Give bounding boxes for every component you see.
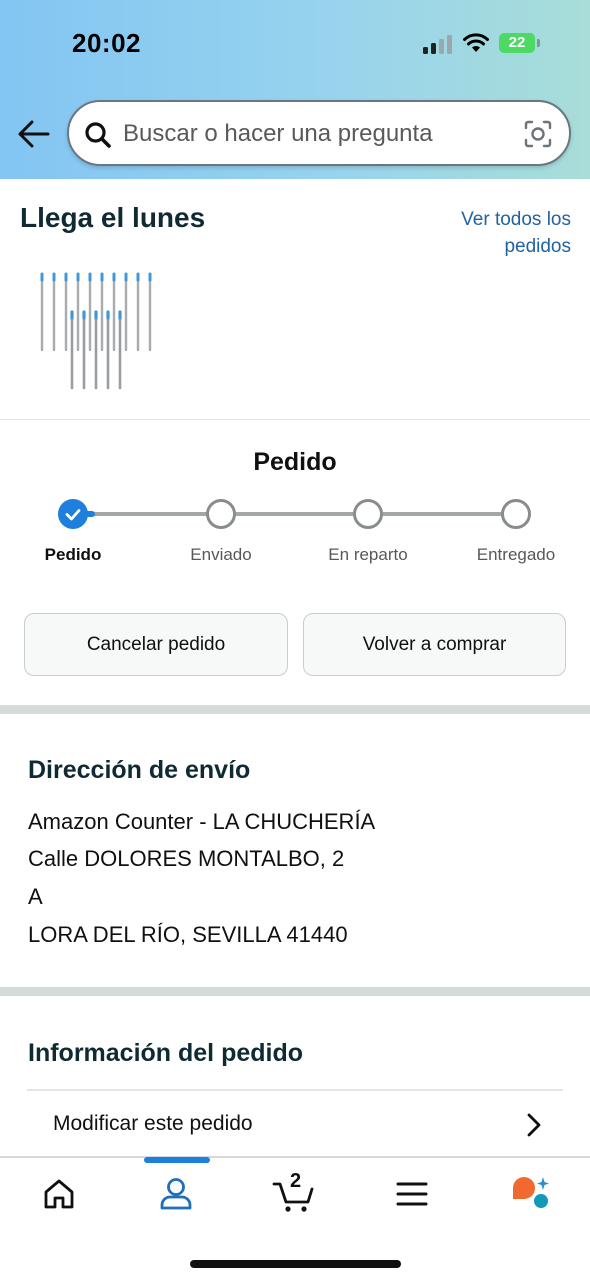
track-segment: [88, 512, 222, 516]
search-bar[interactable]: Buscar o hacer una pregunta: [67, 100, 571, 166]
view-all-orders-link[interactable]: Ver todos los pedidos: [431, 206, 571, 260]
section-divider: [0, 705, 590, 714]
search-input[interactable]: Buscar o hacer una pregunta: [123, 120, 433, 148]
section-divider: [0, 987, 590, 996]
active-tab-indicator: [144, 1157, 210, 1163]
checkmark-icon: [65, 509, 81, 521]
step-circle-enviado: [206, 499, 236, 529]
assistant-icon[interactable]: [508, 1172, 552, 1216]
order-info-title: Información del pedido: [28, 1039, 304, 1067]
section-divider: [0, 419, 590, 420]
track-segment: [383, 512, 517, 516]
address-line: LORA DEL RÍO, SEVILLA 41440: [28, 922, 348, 947]
cancel-order-button[interactable]: Cancelar pedido: [24, 613, 288, 676]
shipping-address-title: Dirección de envío: [28, 756, 251, 784]
battery-level: 22: [508, 34, 526, 51]
address-line: Amazon Counter - LA CHUCHERÍA: [28, 809, 376, 834]
home-indicator: [190, 1260, 401, 1268]
step-circle-entregado: [501, 499, 531, 529]
step-circle-en-reparto: [353, 499, 383, 529]
camera-lens-icon[interactable]: [523, 119, 553, 149]
signal-icon: [423, 34, 453, 54]
address-line: A: [28, 884, 43, 909]
address-line: Calle DOLORES MONTALBO, 2: [28, 846, 345, 871]
status-time: 20:02: [72, 28, 141, 58]
tracker-title: Pedido: [253, 448, 337, 476]
delivery-title: Llega el lunes: [20, 202, 206, 233]
wifi-icon: [463, 33, 489, 52]
step-label-en-reparto: En reparto: [328, 545, 408, 564]
modify-order-link[interactable]: Modificar este pedido: [53, 1112, 253, 1136]
product-image[interactable]: [34, 268, 160, 394]
cart-count-badge: 2: [290, 1170, 302, 1192]
step-label-pedido: Pedido: [44, 545, 102, 564]
chevron-right-icon[interactable]: [524, 1112, 544, 1138]
battery-tip: [537, 39, 540, 47]
home-icon[interactable]: [37, 1172, 81, 1216]
back-arrow-icon[interactable]: [14, 114, 54, 154]
order-info-divider: [27, 1089, 563, 1091]
account-icon[interactable]: [154, 1172, 198, 1216]
buy-again-button[interactable]: Volver a comprar: [303, 613, 566, 676]
track-segment: [236, 512, 370, 516]
step-label-enviado: Enviado: [190, 545, 252, 564]
battery-icon: 22: [499, 33, 535, 53]
search-icon: [85, 122, 111, 148]
step-circle-pedido: [58, 499, 88, 529]
menu-icon[interactable]: [390, 1172, 434, 1216]
step-label-entregado: Entregado: [476, 545, 556, 564]
